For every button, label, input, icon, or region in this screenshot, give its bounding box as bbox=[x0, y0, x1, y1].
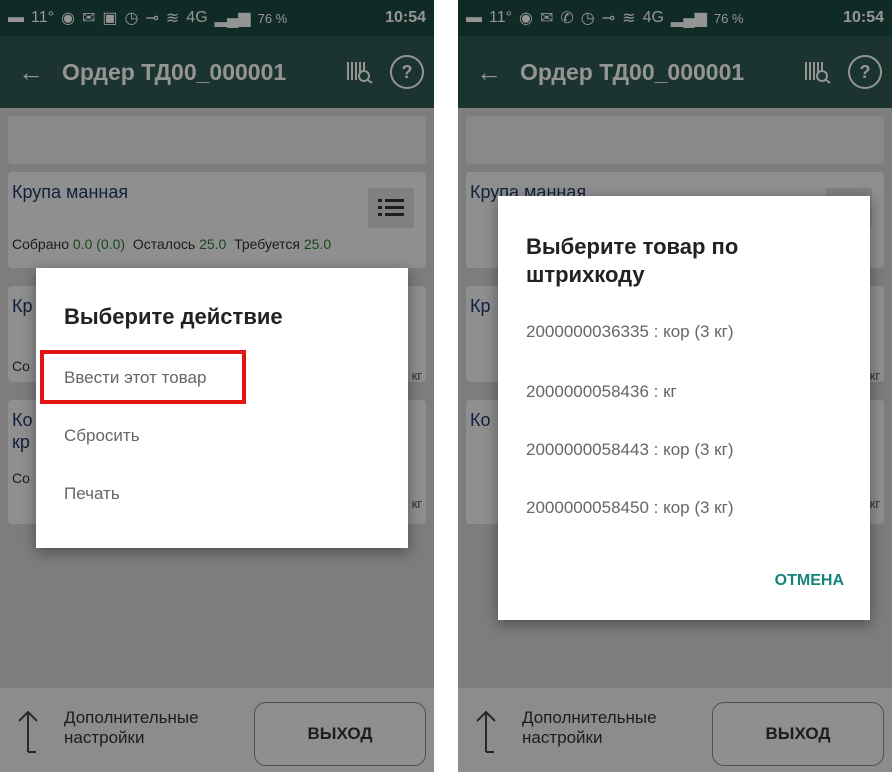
barcode-option[interactable]: 2000000036335 : кор (3 кг) bbox=[526, 322, 733, 342]
menu-item-reset[interactable]: Сбросить bbox=[64, 426, 140, 446]
action-dialog: Выберите действие Ввести этот товар Сбро… bbox=[36, 268, 408, 548]
barcode-select-dialog: Выберите товар по штрихкоду 200000003633… bbox=[498, 196, 870, 620]
dialog-title: Выберите действие bbox=[64, 304, 283, 329]
menu-item-enter-product[interactable]: Ввести этот товар bbox=[64, 368, 206, 388]
dialog-title-line2: штрихкоду bbox=[526, 262, 645, 287]
barcode-option[interactable]: 2000000058436 : кг bbox=[526, 382, 677, 402]
right-screen: ▬ 11° ◉ ✉ ✆ ◷ ⊸ ≋ 4G ▂▄▆ 76 % 10:54 ← Ор… bbox=[458, 0, 892, 772]
dialog-title-line1: Выберите товар по bbox=[526, 234, 739, 259]
left-screen: ▬ 11° ◉ ✉ ▣ ◷ ⊸ ≋ 4G ▂▄▆ 76 % 10:54 ← Ор… bbox=[0, 0, 434, 772]
menu-item-print[interactable]: Печать bbox=[64, 484, 120, 504]
barcode-option[interactable]: 2000000058443 : кор (3 кг) bbox=[526, 440, 733, 460]
cancel-button[interactable]: ОТМЕНА bbox=[775, 572, 844, 590]
barcode-option[interactable]: 2000000058450 : кор (3 кг) bbox=[526, 498, 733, 518]
